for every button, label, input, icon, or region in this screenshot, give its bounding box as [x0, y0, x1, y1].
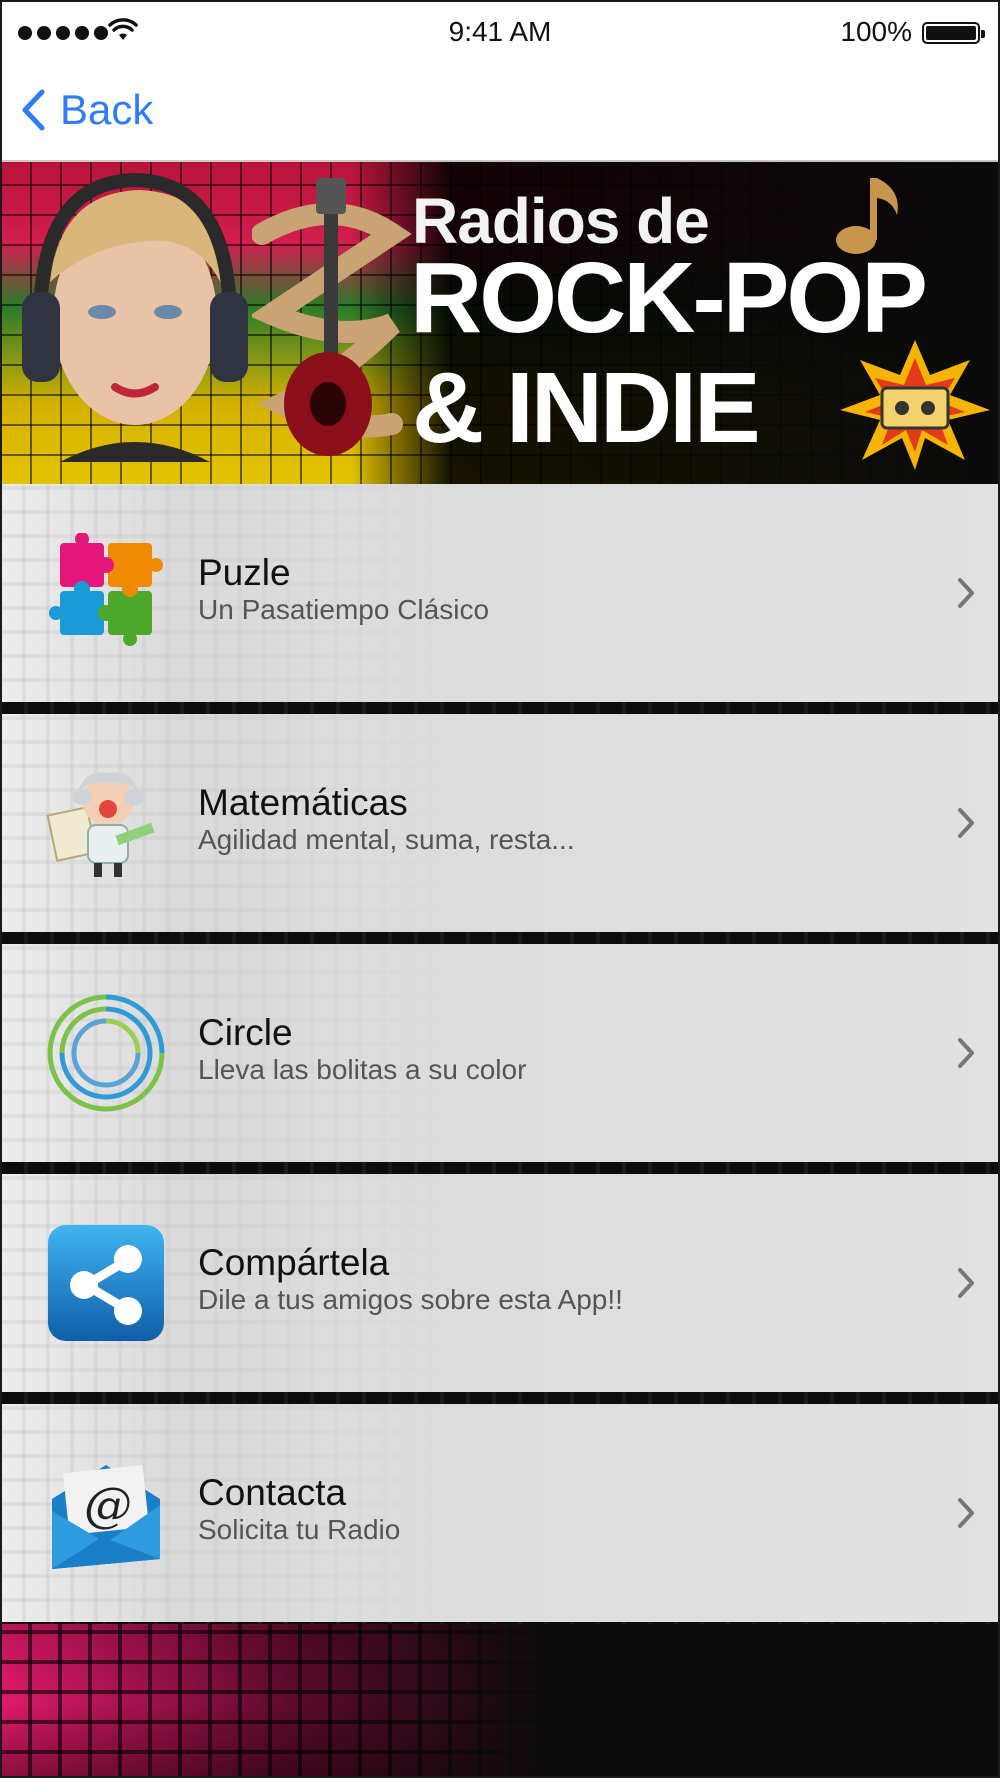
menu-item-matematicas[interactable]: Matemáticas Agilidad mental, suma, resta… [2, 714, 998, 932]
battery-percentage: 100% [840, 16, 912, 47]
chevron-right-icon [958, 1268, 974, 1298]
menu-item-title: Circle [198, 1012, 293, 1053]
back-button[interactable]: Back [20, 86, 153, 134]
back-label: Back [60, 86, 154, 133]
menu-item-title: Puzle [198, 552, 291, 593]
banner-title-line2: ROCK-POP [410, 242, 928, 354]
chevron-right-icon [958, 808, 974, 838]
email-envelope-icon: @ [44, 1451, 168, 1575]
headphones-woman-image [22, 172, 248, 462]
guitar-ribbon-image [252, 178, 412, 456]
menu-item-subtitle: Dile a tus amigos sobre esta App!! [198, 1284, 623, 1315]
menu-item-subtitle: Lleva las bolitas a su color [198, 1054, 527, 1085]
chevron-left-icon [22, 89, 45, 131]
puzzle-icon [44, 531, 168, 655]
menu-item-subtitle: Solicita tu Radio [198, 1514, 401, 1545]
menu-item-title: Compártela [198, 1242, 390, 1283]
professor-icon [44, 761, 168, 885]
chevron-right-icon [958, 578, 974, 608]
banner-title-line3: & INDIE [412, 352, 761, 464]
footer-decoration [2, 1624, 998, 1776]
app-screen: 9:41 AM 100% Back Radios de ROCK-POP & I… [0, 0, 1000, 1778]
menu-item-circle[interactable]: Circle Lleva las bolitas a su color [2, 944, 998, 1162]
chevron-right-icon [958, 1498, 974, 1528]
menu-list: Puzle Un Pasatiempo Clásico Matemáticas … [2, 484, 998, 1624]
svg-text:@: @ [84, 1477, 132, 1533]
menu-item-puzle[interactable]: Puzle Un Pasatiempo Clásico [2, 484, 998, 702]
menu-item-title: Matemáticas [198, 782, 408, 823]
menu-item-compartela[interactable]: Compártela Dile a tus amigos sobre esta … [2, 1174, 998, 1392]
circle-rings-icon [44, 991, 168, 1115]
status-bar: 9:41 AM 100% [2, 2, 998, 64]
battery-icon [922, 22, 985, 44]
cassette-burst-image [840, 340, 990, 470]
menu-item-title: Contacta [198, 1472, 347, 1513]
header-banner: Radios de ROCK-POP & INDIE [2, 162, 998, 484]
share-icon [44, 1221, 168, 1345]
chevron-right-icon [958, 1038, 974, 1068]
navigation-bar: Back [2, 64, 998, 162]
music-note-icon [836, 178, 898, 254]
menu-item-subtitle: Un Pasatiempo Clásico [198, 594, 490, 625]
menu-item-subtitle: Agilidad mental, suma, resta... [198, 824, 575, 855]
menu-item-contacta[interactable]: @ Contacta Solicita tu Radio [2, 1404, 998, 1622]
